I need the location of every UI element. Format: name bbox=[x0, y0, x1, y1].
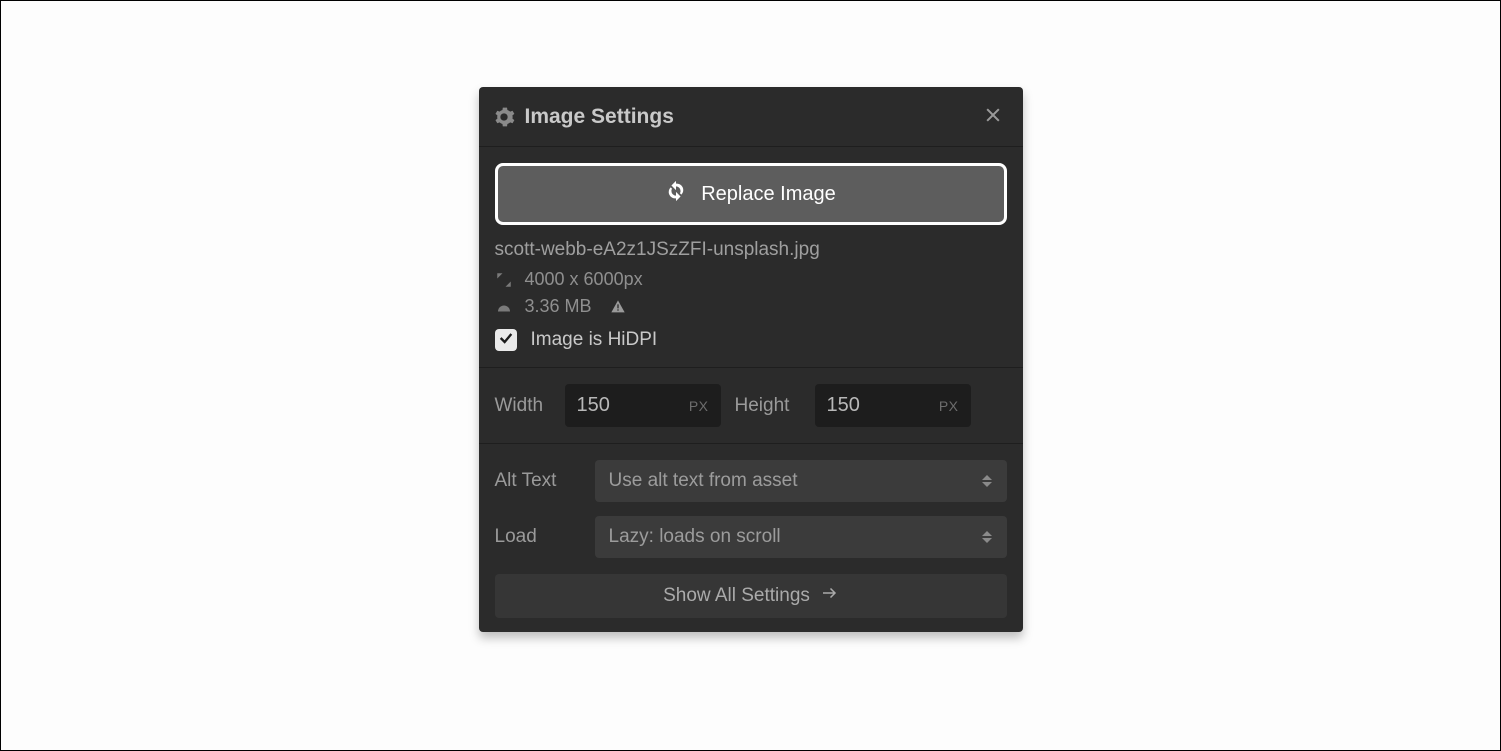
load-select[interactable]: Lazy: loads on scroll bbox=[595, 516, 1007, 558]
panel-title: Image Settings bbox=[525, 105, 979, 129]
height-input[interactable] bbox=[827, 394, 931, 417]
file-name: scott-webb-eA2z1JSzZFI-unsplash.jpg bbox=[495, 239, 1007, 261]
load-value: Lazy: loads on scroll bbox=[609, 526, 781, 548]
updown-icon bbox=[981, 475, 993, 487]
arrow-right-icon bbox=[820, 584, 838, 608]
show-all-settings-button[interactable]: Show All Settings bbox=[495, 574, 1007, 618]
load-row: Load Lazy: loads on scroll bbox=[495, 516, 1007, 558]
hidpi-row: Image is HiDPI bbox=[495, 329, 1007, 351]
refresh-icon bbox=[665, 180, 687, 208]
alt-text-select[interactable]: Use alt text from asset bbox=[595, 460, 1007, 502]
image-settings-panel: Image Settings Replace Image scott-webb-… bbox=[479, 87, 1023, 632]
load-label: Load bbox=[495, 526, 581, 548]
check-icon bbox=[498, 330, 514, 351]
height-field[interactable]: PX bbox=[815, 384, 971, 427]
hidpi-checkbox[interactable] bbox=[495, 329, 517, 351]
width-unit: PX bbox=[689, 398, 709, 414]
dimensions-row: Width PX Height PX bbox=[495, 384, 1007, 427]
close-button[interactable] bbox=[979, 101, 1007, 132]
gauge-icon bbox=[495, 298, 513, 316]
dimensions-icon bbox=[495, 271, 513, 289]
dimensions-section: Width PX Height PX bbox=[479, 368, 1023, 444]
replace-image-button[interactable]: Replace Image bbox=[495, 163, 1007, 225]
hidpi-label: Image is HiDPI bbox=[531, 329, 658, 351]
width-input[interactable] bbox=[577, 394, 681, 417]
file-size-row: 3.36 MB bbox=[495, 296, 1007, 317]
alt-text-label: Alt Text bbox=[495, 470, 581, 492]
panel-header: Image Settings bbox=[479, 87, 1023, 147]
warning-icon bbox=[610, 299, 626, 315]
file-size: 3.36 MB bbox=[525, 296, 592, 317]
replace-image-label: Replace Image bbox=[701, 183, 836, 206]
height-unit: PX bbox=[939, 398, 959, 414]
width-label: Width bbox=[495, 395, 551, 417]
close-icon bbox=[983, 105, 1003, 128]
file-section: Replace Image scott-webb-eA2z1JSzZFI-uns… bbox=[479, 147, 1023, 368]
show-all-label: Show All Settings bbox=[663, 585, 810, 607]
gear-icon bbox=[493, 106, 515, 128]
height-label: Height bbox=[735, 395, 801, 417]
width-field[interactable]: PX bbox=[565, 384, 721, 427]
updown-icon bbox=[981, 531, 993, 543]
options-section: Alt Text Use alt text from asset Load La… bbox=[479, 444, 1023, 632]
alt-text-value: Use alt text from asset bbox=[609, 470, 798, 492]
alt-text-row: Alt Text Use alt text from asset bbox=[495, 460, 1007, 502]
file-dimensions-row: 4000 x 6000px bbox=[495, 269, 1007, 290]
file-dimensions: 4000 x 6000px bbox=[525, 269, 643, 290]
